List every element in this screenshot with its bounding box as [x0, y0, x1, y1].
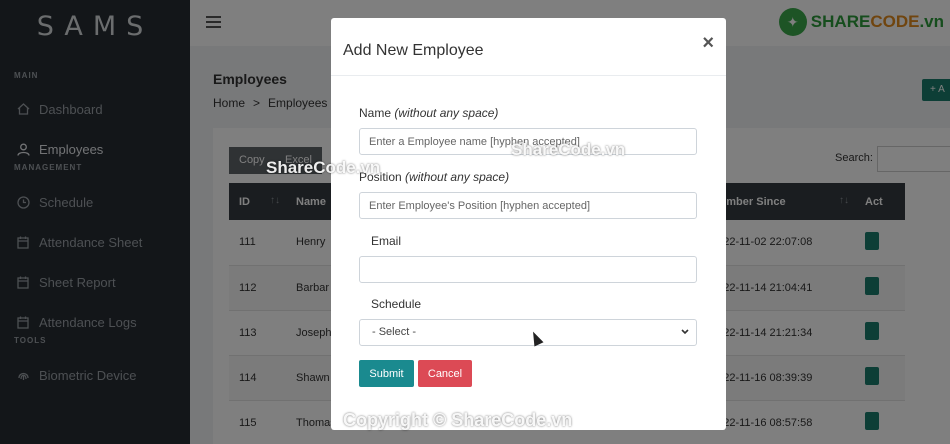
name-label: Name (without any space)	[359, 106, 498, 120]
schedule-label: Schedule	[371, 297, 422, 311]
chevron-down-icon	[680, 320, 690, 355]
position-hint: (without any space)	[405, 170, 510, 184]
email-label: Email	[371, 234, 402, 248]
name-label-text: Name	[359, 106, 392, 120]
modal-header: Add New Employee ×	[331, 18, 726, 76]
schedule-selected-value: - Select -	[372, 326, 417, 338]
submit-button[interactable]: Submit	[359, 360, 414, 387]
modal-title: Add New Employee	[343, 42, 484, 59]
email-input[interactable]	[359, 256, 697, 283]
name-hint: (without any space)	[394, 106, 499, 120]
add-employee-modal: Add New Employee × Name (without any spa…	[331, 18, 726, 430]
position-input[interactable]	[359, 192, 697, 219]
schedule-select[interactable]: - Select -	[359, 319, 697, 346]
watermark: ShareCode.vn	[511, 140, 626, 159]
cancel-button[interactable]: Cancel	[418, 360, 472, 387]
watermark: Copyright © ShareCode.vn	[343, 410, 573, 430]
close-icon[interactable]: ×	[702, 32, 714, 55]
watermark: ShareCode.vn	[266, 158, 381, 177]
position-label: Position (without any space)	[359, 170, 509, 184]
